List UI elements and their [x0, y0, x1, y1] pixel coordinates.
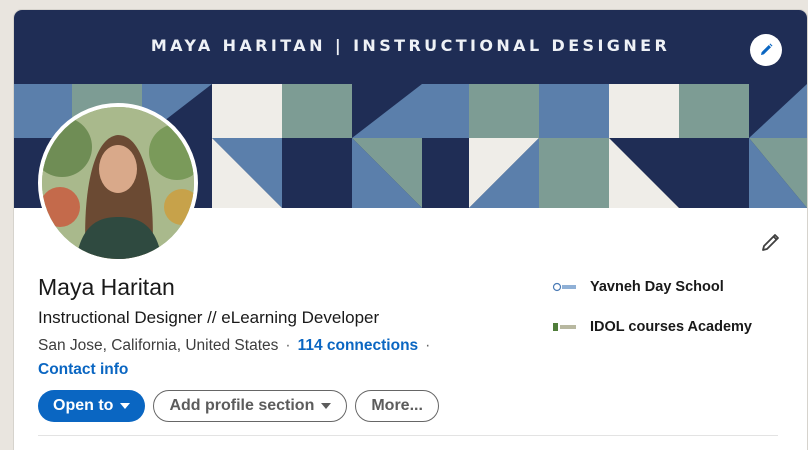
divider [38, 435, 778, 436]
caret-down-icon [321, 403, 332, 409]
yavneh-logo-icon [552, 280, 578, 294]
idol-logo-icon [552, 320, 578, 334]
connections-link[interactable]: 114 connections [298, 337, 419, 354]
separator: · [285, 337, 291, 354]
profile-card: MAYA HARITAN | INSTRUCTIONAL DESIGNER Ma… [14, 10, 807, 450]
open-to-label: Open to [53, 397, 114, 414]
experience-item-yavneh[interactable]: Yavneh Day School [552, 279, 724, 295]
add-profile-section-button[interactable]: Add profile section [153, 390, 348, 422]
open-to-button[interactable]: Open to [38, 390, 146, 422]
add-profile-section-label: Add profile section [169, 397, 315, 414]
profile-location: San Jose, California, United States [38, 337, 279, 354]
location-row: San Jose, California, United States · 114 … [38, 337, 437, 355]
pencil-icon [761, 43, 773, 55]
separator: · [425, 337, 431, 354]
experience-name: Yavneh Day School [590, 279, 724, 295]
more-button[interactable]: More... [355, 390, 439, 422]
avatar-image [42, 107, 194, 259]
banner-title: MAYA HARITAN | INSTRUCTIONAL DESIGNER [150, 36, 671, 55]
contact-info-link[interactable]: Contact info [38, 361, 128, 379]
profile-photo[interactable] [38, 103, 198, 263]
profile-actions: Open to Add profile section More... [38, 390, 439, 422]
caret-down-icon [120, 403, 131, 409]
more-label: More... [371, 397, 423, 414]
edit-intro-button[interactable] [759, 230, 783, 254]
edit-banner-button[interactable] [750, 34, 782, 66]
experience-item-idol[interactable]: IDOL courses Academy [552, 319, 752, 335]
experience-name: IDOL courses Academy [590, 319, 752, 335]
profile-name: Maya Haritan [38, 274, 175, 300]
pencil-icon [762, 234, 779, 251]
profile-headline: Instructional Designer // eLearning Deve… [38, 308, 380, 327]
